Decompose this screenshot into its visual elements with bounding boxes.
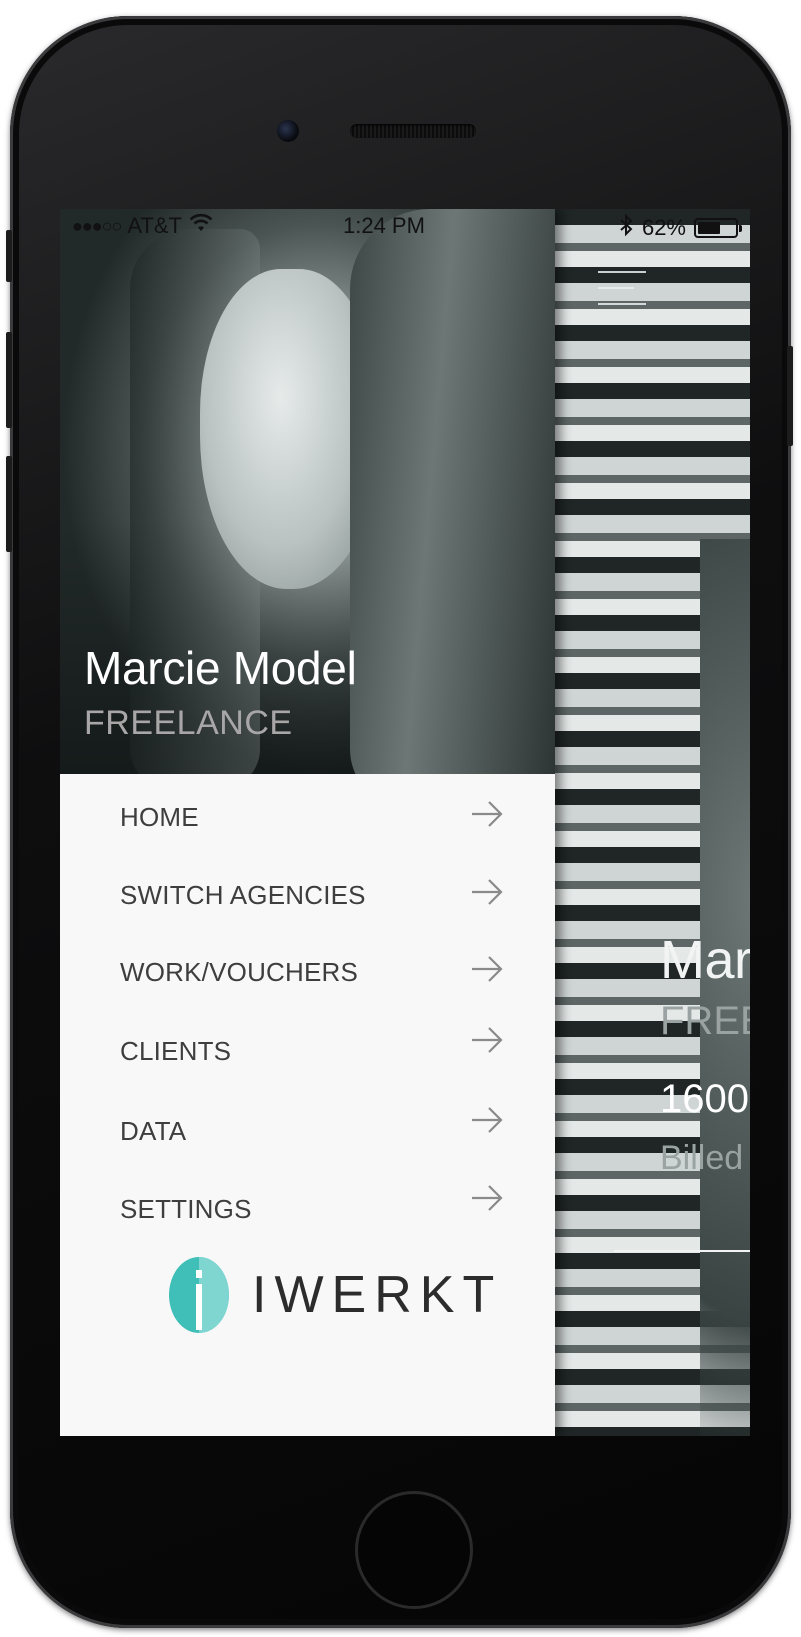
menu-item-label: HOME bbox=[120, 802, 199, 832]
drawer-menu: HOME SWITCH AGENCIES WORK/VOUCHERS CLIEN… bbox=[60, 774, 555, 1436]
arrow-right-icon bbox=[472, 1027, 503, 1053]
front-camera bbox=[277, 120, 299, 142]
menu-item-work-vouchers[interactable]: WORK/VOUCHERS bbox=[60, 943, 555, 1003]
menu-item-data[interactable]: DATA bbox=[60, 1102, 555, 1162]
bluetooth-icon bbox=[618, 213, 634, 243]
menu-item-home[interactable]: HOME bbox=[60, 788, 555, 848]
menu-item-label: WORK/VOUCHERS bbox=[120, 957, 359, 987]
profile-header: Marcie Model FREELANCE bbox=[60, 209, 555, 774]
menu-icon[interactable] bbox=[598, 269, 646, 309]
menu-item-clients[interactable]: CLIENTS bbox=[60, 1022, 555, 1082]
volume-down-button bbox=[6, 456, 12, 552]
menu-item-label: SETTINGS bbox=[120, 1194, 252, 1224]
background-divider bbox=[614, 1250, 750, 1252]
silent-switch bbox=[6, 230, 12, 282]
menu-item-switch-agencies[interactable]: SWITCH AGENCIES bbox=[60, 866, 555, 926]
arrow-right-icon bbox=[472, 1107, 503, 1133]
profile-name: Marcie Model bbox=[84, 642, 357, 694]
brand-name: IWERKT bbox=[252, 1266, 503, 1324]
earpiece-speaker bbox=[350, 124, 476, 138]
signal-strength-icon: ●●●○○ bbox=[72, 215, 122, 236]
arrow-right-icon bbox=[472, 801, 503, 827]
power-button bbox=[787, 346, 793, 446]
arrow-right-icon bbox=[472, 1185, 503, 1211]
background-billed-label: Billed bbox=[660, 1139, 744, 1177]
profile-photo-hair bbox=[350, 209, 555, 774]
carrier-label: AT&T bbox=[127, 213, 182, 238]
navigation-drawer: Marcie Model FREELANCE HOME SWITCH AGENC… bbox=[60, 209, 555, 1436]
menu-item-settings[interactable]: SETTINGS bbox=[60, 1180, 555, 1240]
iwerkt-logo-icon bbox=[169, 1257, 229, 1333]
brand-logo: IWERKT bbox=[168, 1256, 502, 1334]
volume-up-button bbox=[6, 332, 12, 428]
menu-item-label: SWITCH AGENCIES bbox=[120, 880, 366, 910]
status-bar: ●●●○○ AT&T 1:24 PM 62% bbox=[60, 209, 750, 243]
screen: Mar FREE 1600 Billed ●●●○○ AT&T 1:24 PM bbox=[60, 209, 750, 1436]
battery-percent: 62% bbox=[641, 215, 686, 240]
background-profile-type: FREE bbox=[660, 999, 750, 1043]
clock: 1:24 PM bbox=[343, 213, 425, 238]
home-button[interactable] bbox=[355, 1491, 473, 1609]
menu-item-label: DATA bbox=[120, 1116, 187, 1146]
battery-icon bbox=[694, 218, 742, 238]
arrow-right-icon bbox=[472, 879, 503, 905]
menu-item-label: CLIENTS bbox=[120, 1036, 232, 1066]
background-profile-name: Mar bbox=[660, 930, 750, 990]
background-amount: 1600 bbox=[660, 1077, 749, 1121]
arrow-right-icon bbox=[472, 956, 503, 982]
profile-type: FREELANCE bbox=[84, 704, 293, 742]
wifi-icon bbox=[188, 213, 214, 239]
